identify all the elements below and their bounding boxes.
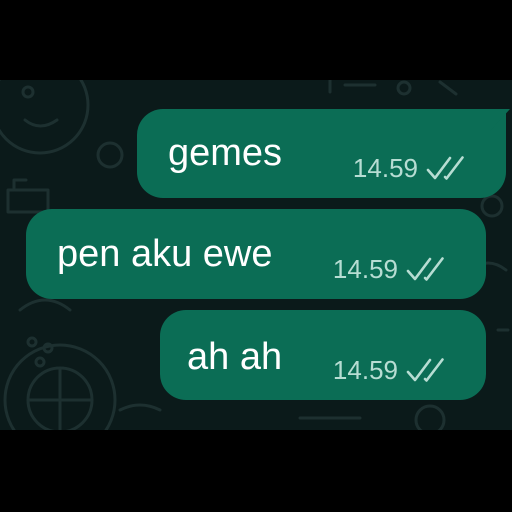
screenshot: gemes 14.59 pen aku ewe 14.59 ah ah 14.5… bbox=[0, 0, 512, 512]
message-text: gemes bbox=[168, 132, 283, 174]
chat-area[interactable]: gemes 14.59 pen aku ewe 14.59 ah ah 14.5… bbox=[0, 80, 512, 430]
message-text: pen aku ewe bbox=[57, 233, 273, 275]
message-time: 14.59 bbox=[332, 254, 398, 284]
message-meta: 14.59 bbox=[353, 152, 472, 184]
double-check-icon bbox=[426, 156, 464, 180]
message-time: 14.59 bbox=[352, 153, 418, 183]
double-check-icon bbox=[406, 358, 444, 382]
message-text: ah ah bbox=[187, 336, 283, 378]
message-meta: 14.59 bbox=[333, 253, 452, 285]
message-meta: 14.59 bbox=[333, 354, 452, 386]
outgoing-message[interactable]: pen aku ewe 14.59 bbox=[26, 209, 486, 299]
double-check-icon bbox=[406, 257, 444, 281]
outgoing-message[interactable]: ah ah 14.59 bbox=[160, 310, 486, 400]
outgoing-message[interactable]: gemes 14.59 bbox=[137, 109, 506, 198]
bubble-tail bbox=[490, 109, 510, 131]
message-time: 14.59 bbox=[332, 355, 398, 385]
